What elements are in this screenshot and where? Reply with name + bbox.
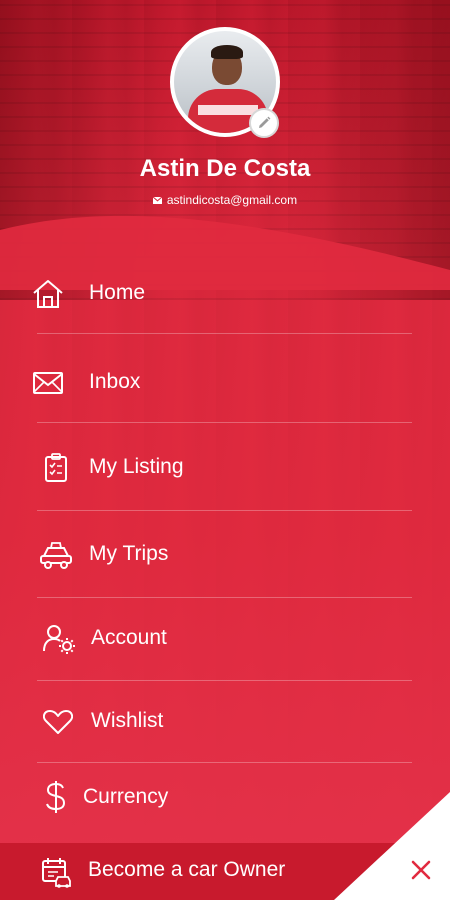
menu-label: Home bbox=[89, 281, 146, 304]
menu-label: Account bbox=[91, 626, 167, 649]
edit-avatar-button[interactable] bbox=[249, 108, 279, 138]
menu-item-my-listing[interactable]: My Listing bbox=[0, 450, 450, 486]
menu-label: Wishlist bbox=[91, 709, 164, 732]
car-icon bbox=[38, 537, 74, 573]
menu-label: Currency bbox=[83, 785, 169, 808]
user-gear-icon bbox=[42, 621, 78, 657]
user-name: Astin De Costa bbox=[139, 155, 311, 182]
menu-label: Inbox bbox=[89, 370, 141, 393]
profile-header: Astin De Costa astindicosta@gmail.com bbox=[0, 0, 450, 220]
divider bbox=[37, 333, 412, 334]
pencil-icon bbox=[259, 116, 271, 128]
divider bbox=[37, 422, 412, 423]
envelope-icon bbox=[30, 365, 66, 401]
avatar-stripe bbox=[198, 105, 258, 115]
menu-label: My Listing bbox=[89, 455, 184, 478]
menu-label: My Trips bbox=[89, 542, 169, 565]
menu-item-wishlist[interactable]: Wishlist bbox=[0, 704, 450, 740]
dollar-icon bbox=[38, 779, 74, 815]
menu-item-account[interactable]: Account bbox=[0, 621, 450, 657]
clipboard-check-icon bbox=[38, 450, 74, 486]
divider bbox=[37, 680, 412, 681]
close-button[interactable] bbox=[404, 853, 438, 887]
home-icon bbox=[30, 276, 66, 312]
menu-item-home[interactable]: Home bbox=[0, 276, 450, 312]
heart-icon bbox=[40, 704, 76, 740]
menu-item-my-trips[interactable]: My Trips bbox=[0, 537, 450, 573]
menu-item-become-owner[interactable]: Become a car Owner bbox=[0, 843, 330, 900]
menu-label: Become a car Owner bbox=[88, 858, 286, 881]
close-icon bbox=[411, 860, 431, 880]
user-email: astindicosta@gmail.com bbox=[166, 193, 298, 207]
avatar-hair bbox=[211, 45, 243, 59]
calendar-car-icon bbox=[38, 855, 74, 891]
divider bbox=[37, 597, 412, 598]
divider bbox=[37, 762, 412, 763]
mail-small-icon bbox=[152, 196, 162, 204]
user-email-row: astindicosta@gmail.com bbox=[0, 193, 450, 207]
menu-item-inbox[interactable]: Inbox bbox=[0, 365, 450, 401]
divider bbox=[37, 510, 412, 511]
